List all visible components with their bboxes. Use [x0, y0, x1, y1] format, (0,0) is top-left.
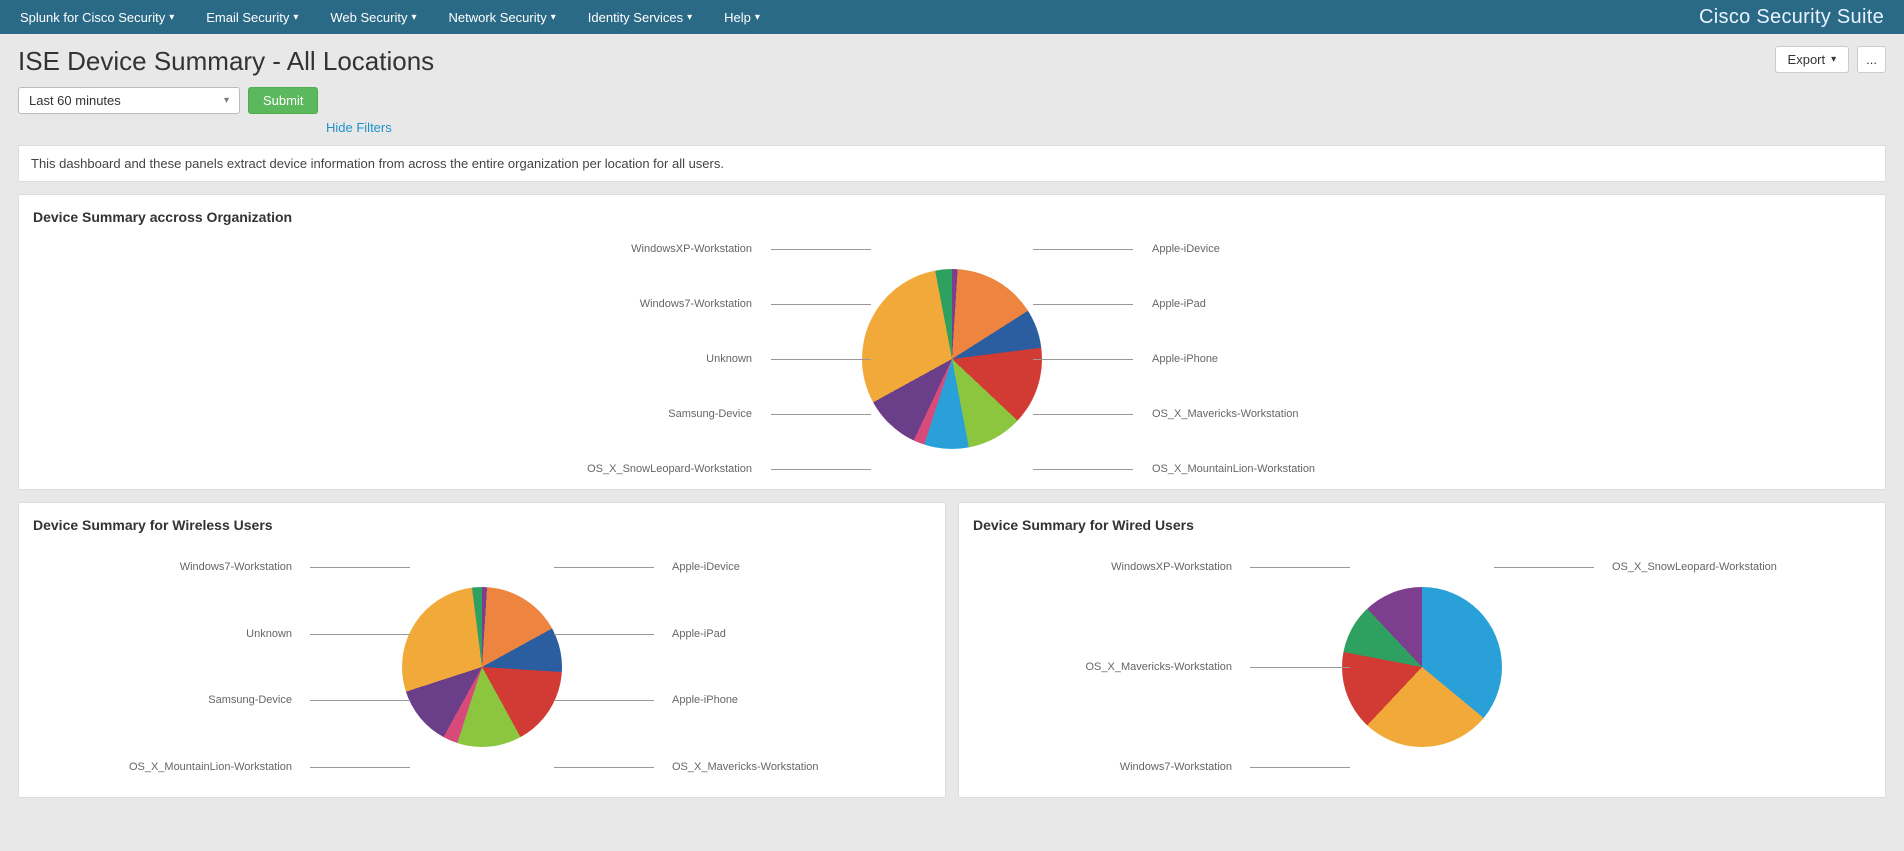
chevron-down-icon: ▾	[755, 12, 760, 23]
leader-line	[310, 700, 410, 701]
nav-item-splunk-cisco[interactable]: Splunk for Cisco Security ▾	[20, 10, 174, 25]
leader-line	[554, 634, 654, 635]
leader-line	[1494, 567, 1594, 568]
chart-label: OS_X_Mavericks-Workstation	[1085, 661, 1232, 673]
chart-label: Samsung-Device	[668, 408, 752, 420]
description-text: This dashboard and these panels extract …	[19, 146, 1885, 181]
leader-line	[771, 359, 871, 360]
chart-label: OS_X_Mavericks-Workstation	[672, 761, 819, 773]
chart-label: Windows7-Workstation	[640, 298, 752, 310]
leader-line	[554, 700, 654, 701]
chevron-down-icon: ▾	[1831, 54, 1836, 65]
pie-chart[interactable]	[862, 269, 1042, 449]
chart-org[interactable]: Apple-iDevice Apple-iPad Apple-iPhone OS_X_…	[19, 229, 1885, 489]
leader-line	[1250, 767, 1350, 768]
submit-button[interactable]: Submit	[248, 87, 318, 114]
time-range-value: Last 60 minutes	[29, 93, 121, 108]
panel-device-summary-org: Device Summary accross Organization Appl…	[18, 194, 1886, 490]
chart-label: Unknown	[706, 353, 752, 365]
leader-line	[1250, 667, 1350, 668]
top-nav: Splunk for Cisco Security ▾ Email Securi…	[0, 0, 1904, 34]
chart-label: Unknown	[246, 628, 292, 640]
chart-label: Samsung-Device	[208, 694, 292, 706]
chevron-down-icon: ▾	[687, 12, 692, 23]
chart-label: Apple-iPhone	[1152, 353, 1218, 365]
leader-line	[771, 304, 871, 305]
chart-label: Apple-iPad	[672, 628, 726, 640]
leader-line	[310, 567, 410, 568]
leader-line	[1033, 304, 1133, 305]
hide-filters-link[interactable]: Hide Filters	[326, 120, 392, 135]
more-label: ...	[1866, 52, 1877, 67]
chevron-down-icon: ▾	[411, 12, 416, 23]
chart-label: Windows7-Workstation	[1120, 761, 1232, 773]
leader-line	[1250, 567, 1350, 568]
nav-item-network-security[interactable]: Network Security ▾	[448, 10, 555, 25]
leader-line	[310, 634, 410, 635]
pie-chart[interactable]	[1342, 587, 1502, 747]
time-range-picker[interactable]: Last 60 minutes ▾	[18, 87, 240, 114]
chevron-down-icon: ▾	[551, 12, 556, 23]
chart-wired[interactable]: OS_X_SnowLeopard-Workstation WindowsXP-Wo…	[959, 537, 1885, 797]
nav-label: Network Security	[448, 10, 546, 25]
chart-wireless[interactable]: Apple-iDevice Apple-iPad Apple-iPhone OS_X_…	[19, 537, 945, 797]
leader-line	[771, 414, 871, 415]
chevron-down-icon: ▾	[224, 95, 229, 106]
panel-device-summary-wireless: Device Summary for Wireless Users Apple-…	[18, 502, 946, 798]
chart-label: OS_X_SnowLeopard-Workstation	[1612, 561, 1777, 573]
leader-line	[1033, 359, 1133, 360]
panel-title: Device Summary for Wireless Users	[19, 503, 945, 537]
chart-label: OS_X_MountainLion-Workstation	[1152, 463, 1315, 475]
nav-item-identity-services[interactable]: Identity Services ▾	[588, 10, 692, 25]
panel-title: Device Summary accross Organization	[19, 195, 1885, 229]
chart-label: WindowsXP-Workstation	[1111, 561, 1232, 573]
leader-line	[554, 767, 654, 768]
nav-item-email-security[interactable]: Email Security ▾	[206, 10, 298, 25]
export-label: Export	[1788, 52, 1826, 67]
nav-item-help[interactable]: Help ▾	[724, 10, 760, 25]
pie-chart[interactable]	[402, 587, 562, 747]
leader-line	[554, 567, 654, 568]
chart-label: Apple-iDevice	[1152, 243, 1220, 255]
leader-line	[771, 249, 871, 250]
chart-label: Windows7-Workstation	[180, 561, 292, 573]
chart-label: OS_X_SnowLeopard-Workstation	[587, 463, 752, 475]
chevron-down-icon: ▾	[169, 12, 174, 23]
chart-label: WindowsXP-Workstation	[631, 243, 752, 255]
nav-item-web-security[interactable]: Web Security ▾	[330, 10, 416, 25]
panel-title: Device Summary for Wired Users	[959, 503, 1885, 537]
nav-label: Email Security	[206, 10, 289, 25]
nav-label: Identity Services	[588, 10, 683, 25]
description-panel: This dashboard and these panels extract …	[18, 145, 1886, 182]
nav-label: Splunk for Cisco Security	[20, 10, 165, 25]
leader-line	[1033, 249, 1133, 250]
leader-line	[771, 469, 871, 470]
export-button[interactable]: Export ▾	[1775, 46, 1850, 73]
chart-label: Apple-iPhone	[672, 694, 738, 706]
chevron-down-icon: ▾	[293, 12, 298, 23]
chart-label: OS_X_MountainLion-Workstation	[129, 761, 292, 773]
leader-line	[1033, 414, 1133, 415]
more-actions-button[interactable]: ...	[1857, 46, 1886, 73]
leader-line	[310, 767, 410, 768]
nav-label: Help	[724, 10, 751, 25]
panel-device-summary-wired: Device Summary for Wired Users OS_X_Snow…	[958, 502, 1886, 798]
chart-label: Apple-iPad	[1152, 298, 1206, 310]
chart-label: OS_X_Mavericks-Workstation	[1152, 408, 1299, 420]
chart-label: Apple-iDevice	[672, 561, 740, 573]
page-title: ISE Device Summary - All Locations	[18, 46, 1775, 77]
nav-label: Web Security	[330, 10, 407, 25]
brand-label: Cisco Security Suite	[1699, 6, 1884, 29]
leader-line	[1033, 469, 1133, 470]
